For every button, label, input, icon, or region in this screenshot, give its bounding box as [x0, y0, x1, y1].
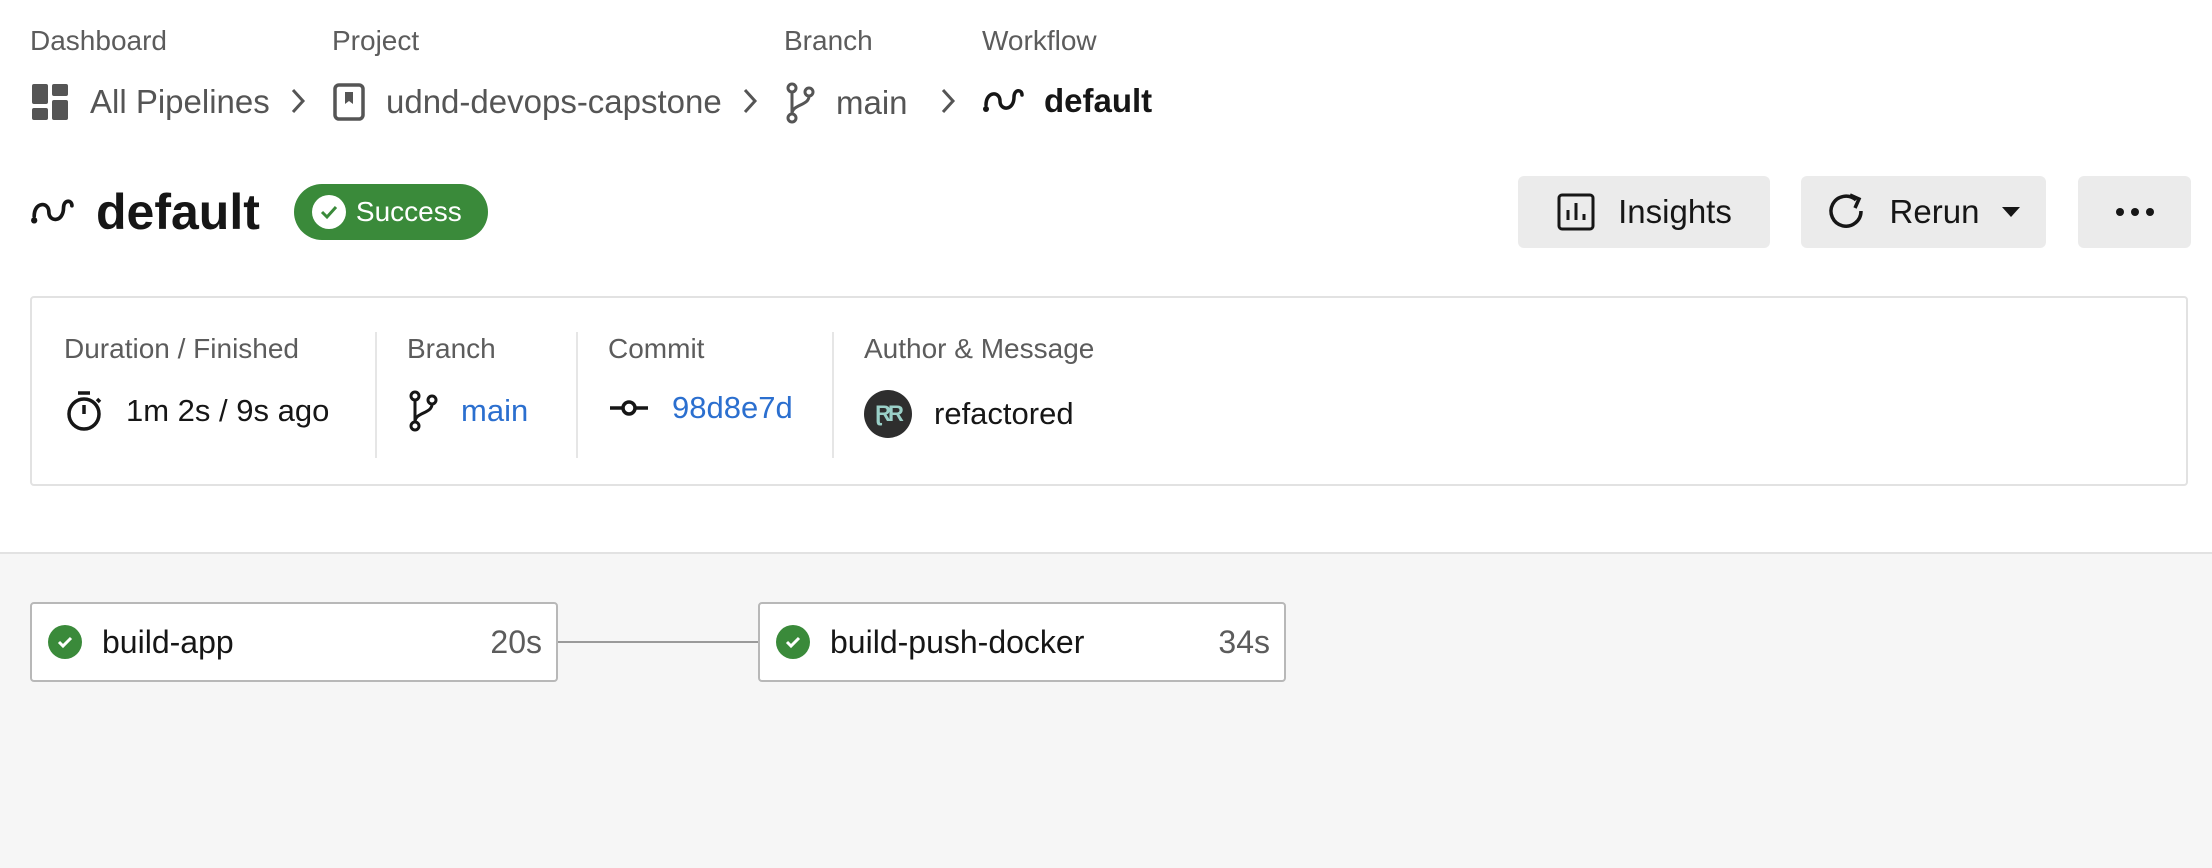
pipeline-details-panel: Duration / Finished 1m 2s / 9s ago Branc… — [30, 296, 2188, 486]
duration-text: 1m 2s / 9s ago — [126, 393, 330, 428]
commit-message: refactored — [934, 396, 1074, 431]
workflow-graph: build-app 20s build-push-docker 34s — [0, 554, 2212, 868]
crumb-workflow-label: Workflow — [982, 25, 1097, 56]
avatar: ⱤR — [864, 390, 912, 438]
dashboard-icon — [30, 82, 70, 122]
workflow-name: default — [1044, 82, 1153, 119]
commit-link[interactable]: 98d8e7d — [672, 390, 793, 426]
status-badge: Success — [293, 184, 488, 240]
job-name: build-app — [102, 623, 234, 660]
rerun-label: Rerun — [1889, 193, 1980, 230]
author-column: Author & Message ⱤR refactored — [864, 332, 1095, 438]
success-check-icon — [776, 625, 810, 659]
bookmark-icon — [332, 82, 366, 122]
crumb-project-value[interactable]: udnd-devops-capstone — [332, 82, 722, 122]
column-divider — [832, 332, 834, 458]
job-name: build-push-docker — [830, 623, 1085, 660]
author-label: Author & Message — [864, 333, 1095, 364]
branch-column: Branch main — [407, 332, 528, 432]
duration-value: 1m 2s / 9s ago — [64, 390, 329, 432]
commit-label: Commit — [608, 333, 705, 364]
crumb-project-label: Project — [332, 25, 420, 56]
branch-link[interactable]: main — [836, 84, 908, 122]
duration-column: Duration / Finished 1m 2s / 9s ago — [64, 332, 329, 431]
crumb-dashboard[interactable]: Dashboard All Pipelines — [30, 24, 270, 120]
job-connector — [558, 641, 758, 643]
chevron-right-icon — [938, 86, 958, 116]
job-node-build-push-docker[interactable]: build-push-docker 34s — [758, 602, 1286, 682]
insights-label: Insights — [1618, 193, 1732, 230]
branch-link[interactable]: main — [461, 393, 528, 429]
workflow-icon — [30, 192, 74, 232]
author-value: ⱤR refactored — [864, 390, 1074, 438]
commit-value[interactable]: 98d8e7d — [608, 390, 793, 426]
job-duration: 20s — [490, 623, 542, 660]
job-node-build-app[interactable]: build-app 20s — [30, 602, 558, 682]
rerun-button[interactable]: Rerun — [1801, 176, 2046, 248]
crumb-branch-value[interactable]: main — [784, 82, 908, 124]
git-branch-icon — [784, 82, 816, 124]
column-divider — [375, 332, 377, 458]
crumb-dashboard-label: Dashboard — [30, 25, 167, 56]
commit-column: Commit 98d8e7d — [608, 332, 793, 425]
project-link[interactable]: udnd-devops-capstone — [386, 83, 722, 121]
success-check-icon — [48, 625, 82, 659]
crumb-branch[interactable]: Branch main — [784, 24, 908, 124]
refresh-icon — [1826, 191, 1868, 233]
page-title: default — [96, 184, 260, 240]
chevron-right-icon — [740, 86, 760, 116]
crumb-workflow-value: default — [982, 82, 1152, 120]
bar-chart-icon — [1556, 192, 1596, 232]
column-divider — [576, 332, 578, 458]
more-options-button[interactable] — [2078, 176, 2191, 248]
crumb-dashboard-value[interactable]: All Pipelines — [30, 82, 270, 122]
workflow-icon — [982, 83, 1024, 119]
more-icon — [2115, 207, 2155, 217]
chevron-right-icon — [288, 86, 308, 116]
crumb-branch-label: Branch — [784, 25, 873, 56]
all-pipelines-link[interactable]: All Pipelines — [90, 83, 270, 121]
branch-value[interactable]: main — [407, 390, 528, 432]
title-row: default Success — [30, 176, 488, 248]
commit-icon — [608, 398, 650, 418]
branch-label: Branch — [407, 333, 496, 364]
insights-button[interactable]: Insights — [1518, 176, 1770, 248]
status-label: Success — [355, 196, 462, 227]
check-icon — [311, 195, 346, 229]
timer-icon — [64, 390, 104, 432]
job-duration: 34s — [1218, 623, 1270, 660]
crumb-project[interactable]: Project udnd-devops-capstone — [332, 24, 722, 121]
crumb-workflow: Workflow default — [982, 24, 1152, 119]
duration-label: Duration / Finished — [64, 333, 300, 364]
caret-down-icon — [2001, 206, 2021, 218]
git-branch-icon — [407, 390, 439, 432]
